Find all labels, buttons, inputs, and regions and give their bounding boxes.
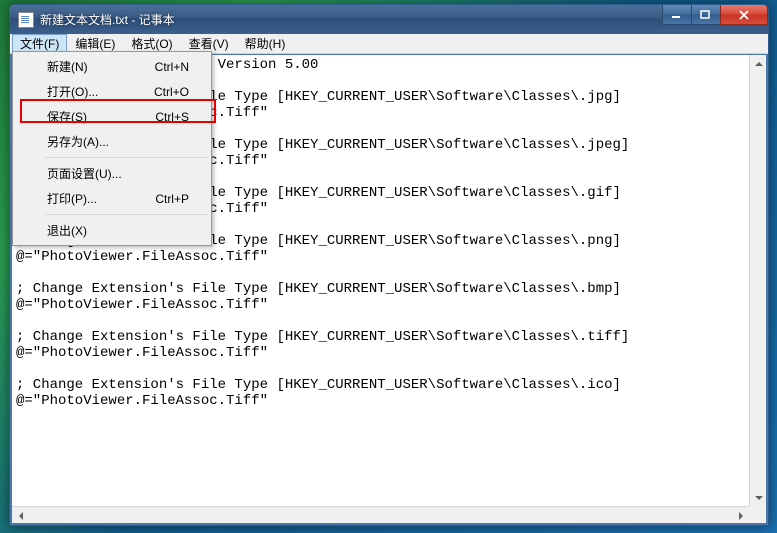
horizontal-scrollbar[interactable] [12, 506, 749, 523]
menu-item-exit[interactable]: 退出(X) [15, 218, 209, 243]
menu-separator [45, 214, 207, 215]
chevron-right-icon [739, 512, 743, 520]
menu-item-label: 另存为(A)... [47, 133, 109, 150]
maximize-button[interactable] [691, 5, 721, 25]
menu-item-shortcut: Ctrl+S [155, 110, 189, 124]
menu-item-label: 打印(P)... [47, 190, 97, 207]
minimize-button[interactable] [662, 5, 692, 25]
file-menu-dropdown: 新建(N) Ctrl+N 打开(O)... Ctrl+O 保存(S) Ctrl+… [12, 51, 212, 246]
minimize-icon [671, 10, 683, 20]
menu-item-print[interactable]: 打印(P)... Ctrl+P [15, 186, 209, 211]
maximize-icon [700, 10, 712, 20]
menu-item-shortcut: Ctrl+P [155, 192, 189, 206]
menu-item-label: 保存(S) [47, 108, 87, 125]
close-button[interactable] [720, 5, 768, 25]
menu-item-shortcut: Ctrl+N [155, 60, 189, 74]
menu-item-label: 页面设置(U)... [47, 165, 122, 182]
menu-item-save-as[interactable]: 另存为(A)... [15, 129, 209, 154]
menu-item-label: 新建(N) [47, 58, 88, 75]
menu-item-shortcut: Ctrl+O [154, 85, 189, 99]
scroll-right-button[interactable] [732, 507, 749, 524]
menu-item-label: 打开(O)... [47, 83, 98, 100]
menu-separator [45, 157, 207, 158]
menu-item-page-setup[interactable]: 页面设置(U)... [15, 161, 209, 186]
menu-item-save[interactable]: 保存(S) Ctrl+S [15, 104, 209, 129]
notepad-icon [18, 12, 34, 28]
close-icon [738, 10, 750, 20]
menu-item-open[interactable]: 打开(O)... Ctrl+O [15, 79, 209, 104]
scroll-down-button[interactable] [750, 489, 767, 506]
menu-item-new[interactable]: 新建(N) Ctrl+N [15, 54, 209, 79]
chevron-up-icon [755, 62, 763, 66]
scroll-left-button[interactable] [12, 507, 29, 524]
menu-help[interactable]: 帮助(H) [237, 34, 294, 53]
scroll-up-button[interactable] [750, 55, 767, 72]
window-title: 新建文本文档.txt - 记事本 [40, 11, 175, 28]
vertical-scrollbar[interactable] [749, 55, 766, 506]
chevron-down-icon [755, 496, 763, 500]
scrollbar-corner [749, 506, 766, 523]
titlebar[interactable]: 新建文本文档.txt - 记事本 [10, 5, 768, 34]
menu-item-label: 退出(X) [47, 222, 87, 239]
chevron-left-icon [19, 512, 23, 520]
window-controls [663, 5, 768, 25]
